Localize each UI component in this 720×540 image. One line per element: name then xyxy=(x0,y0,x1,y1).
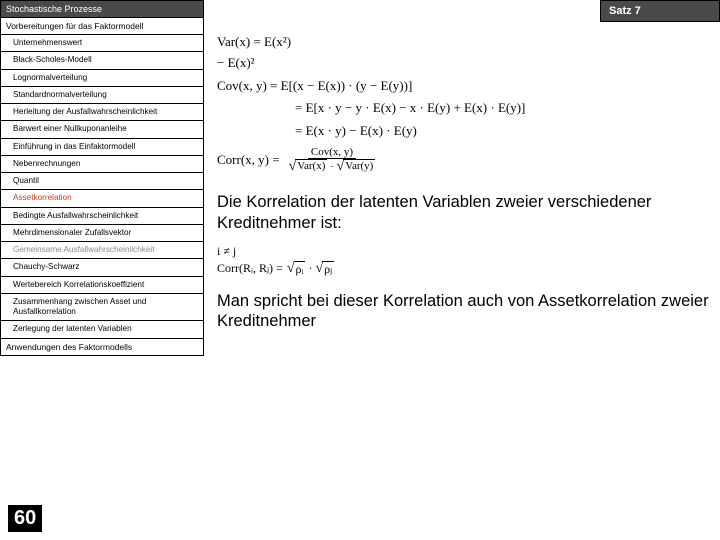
eq-condition: i ≠ j xyxy=(217,244,710,259)
eq-corr-den: Var(x) · Var(y) xyxy=(286,159,379,174)
page-number: 60 xyxy=(8,505,42,532)
sidebar-item[interactable]: Lognormalverteilung xyxy=(0,70,204,87)
sidebar-footer: Anwendungen des Faktormodells xyxy=(0,339,204,356)
sidebar-item[interactable]: Bedingte Ausfallwahrscheinlichkeit xyxy=(0,208,204,225)
slide-page: Stochastische Prozesse Vorbereitungen fü… xyxy=(0,0,720,540)
sidebar-item[interactable]: Standardnormalverteilung xyxy=(0,87,204,104)
main-content: Satz 7 Var(x) = E(x²) − E(x)² Cov(x, y) … xyxy=(205,0,720,540)
sidebar-item[interactable]: Barwert einer Nullkuponanleihe xyxy=(0,121,204,138)
eq-corr2-lead: Corr(Rᵢ, Rⱼ) = xyxy=(217,261,283,276)
sidebar-header: Stochastische Prozesse xyxy=(0,0,204,18)
eq-corr-fraction: Cov(x, y) Var(x) · Var(y) xyxy=(286,146,379,174)
paragraph-1: Die Korrelation der latenten Variablen z… xyxy=(217,192,710,233)
sidebar-item[interactable]: Zusammenhang zwischen Asset und Ausfallk… xyxy=(0,294,204,322)
equation-block-2: i ≠ j Corr(Rᵢ, Rⱼ) = ρᵢ · ρⱼ xyxy=(217,244,710,277)
sidebar-item[interactable]: Gemeinsame Ausfallwahrscheinlichkeit xyxy=(0,242,204,259)
sidebar-item[interactable]: Herleitung der Ausfallwahrscheinlichkeit xyxy=(0,104,204,121)
equation-block-1: Var(x) = E(x²) − E(x)² Cov(x, y) = E[(x … xyxy=(217,32,710,174)
sidebar-item[interactable]: Quantil xyxy=(0,173,204,190)
paragraph-2: Man spricht bei dieser Korrelation auch … xyxy=(217,291,710,332)
eq-sqrt-rho-j: ρⱼ xyxy=(315,261,334,277)
theorem-badge: Satz 7 xyxy=(600,0,720,22)
sidebar-item[interactable]: Mehrdimensionaler Zufallsvektor xyxy=(0,225,204,242)
content-body: Var(x) = E(x²) − E(x)² Cov(x, y) = E[(x … xyxy=(205,0,720,352)
eq-cov-line3: = E(x · y) − E(x) · E(y) xyxy=(295,121,417,142)
eq-var: Var(x) = E(x²) − E(x)² xyxy=(217,32,295,74)
eq-cov-line2: = E[x · y − y · E(x) − x · E(y) + E(x) ·… xyxy=(295,98,525,119)
sidebar-item[interactable]: Zerlegung der latenten Variablen xyxy=(0,321,204,338)
sidebar-subheader: Vorbereitungen für das Faktormodell xyxy=(0,18,204,35)
eq-corr-num: Cov(x, y) xyxy=(308,146,356,159)
sidebar-item[interactable]: Black-Scholes-Modell xyxy=(0,52,204,69)
sidebar-item[interactable]: Chauchy-Schwarz xyxy=(0,259,204,276)
eq-cov-line1: Cov(x, y) = E[(x − E(x)) · (y − E(y))] xyxy=(217,76,412,97)
sidebar-item[interactable]: Einführung in das Einfaktormodell xyxy=(0,139,204,156)
eq-sqrt-rho-i: ρᵢ xyxy=(287,261,306,277)
eq-dot: · xyxy=(305,261,315,276)
sidebar-item[interactable]: Unternehmenswert xyxy=(0,35,204,52)
eq-corr-lead: Corr(x, y) = xyxy=(217,150,280,171)
sidebar-item[interactable]: Nebenrechnungen xyxy=(0,156,204,173)
sidebar-item-active[interactable]: Assetkorrelation xyxy=(0,190,204,207)
sidebar: Stochastische Prozesse Vorbereitungen fü… xyxy=(0,0,205,540)
sidebar-item[interactable]: Wertebereich Korrelationskoeffizient xyxy=(0,277,204,294)
